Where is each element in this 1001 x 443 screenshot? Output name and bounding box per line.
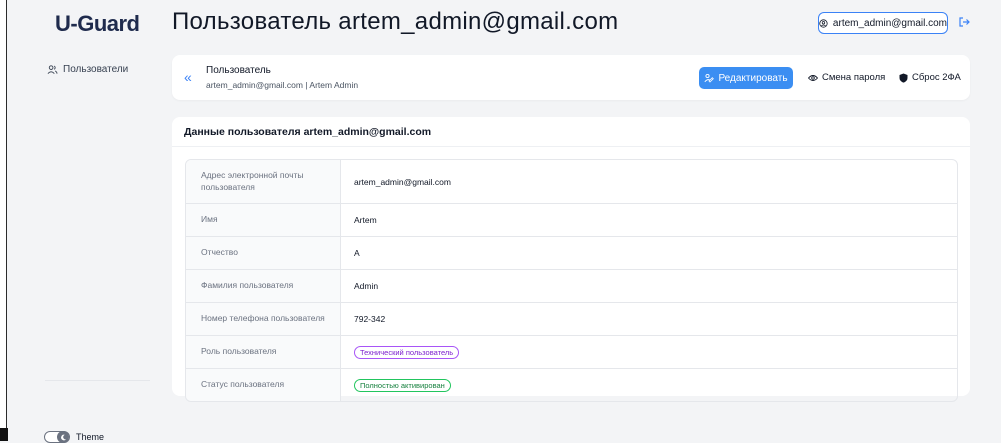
details-table: Адрес электронной почты пользователя art…	[185, 159, 958, 402]
edit-button-label: Редактировать	[718, 72, 788, 84]
field-value: Artem	[354, 215, 377, 225]
user-details-card: Данные пользователя artem_admin@gmail.co…	[172, 117, 970, 402]
reset-2fa-button[interactable]: Сброс 2ФА	[899, 72, 961, 83]
field-value: Технический пользователь	[341, 345, 460, 359]
back-icon[interactable]: «	[184, 69, 192, 85]
field-label: Фамилия пользователя	[186, 270, 341, 302]
field-value: Admin	[354, 281, 379, 291]
table-row: Отчество A	[186, 236, 957, 269]
table-row: Адрес электронной почты пользователя art…	[186, 160, 957, 203]
window-edge-line	[6, 0, 7, 441]
details-title: Данные пользователя artem_admin@gmail.co…	[184, 126, 432, 138]
field-label: Адрес электронной почты пользователя	[186, 160, 341, 203]
users-icon	[47, 65, 58, 74]
field-value: artem_admin@gmail.com	[354, 176, 451, 187]
field-value: 792-342	[354, 314, 386, 324]
moon-icon	[57, 431, 69, 443]
window-edge-corner	[0, 428, 8, 441]
theme-toggle-switch[interactable]	[44, 431, 70, 443]
field-label: Статус пользователя	[186, 369, 341, 401]
sidebar-item-users[interactable]: Пользователи	[47, 64, 128, 75]
sidebar-divider	[45, 380, 150, 381]
field-label: Номер телефона пользователя	[186, 303, 341, 335]
table-row: Имя Artem	[186, 203, 957, 236]
logout-icon[interactable]	[957, 15, 971, 29]
change-password-label: Смена пароля	[822, 72, 886, 83]
shield-icon	[899, 73, 908, 83]
theme-toggle[interactable]: Theme	[44, 431, 104, 443]
eye-icon	[808, 74, 818, 81]
status-badge: Полностью активирован	[354, 378, 451, 392]
change-password-button[interactable]: Смена пароля	[808, 72, 885, 83]
sidebar-item-label: Пользователи	[63, 64, 129, 75]
app-logo[interactable]: U-Guard	[55, 11, 140, 37]
user-header-card: « Пользователь artem_admin@gmail.com | A…	[172, 55, 970, 100]
role-badge: Технический пользователь	[354, 345, 460, 359]
field-value: A	[354, 248, 360, 258]
user-circle-icon	[819, 18, 828, 28]
edit-button[interactable]: Редактировать	[699, 67, 793, 89]
table-row: Статус пользователя Полностью активирова…	[186, 368, 957, 401]
field-label: Имя	[186, 204, 341, 236]
user-account-button[interactable]: artem_admin@gmail.com	[818, 12, 948, 34]
table-row: Номер телефона пользователя 792-342	[186, 302, 957, 335]
page-title: Пользователь artem_admin@gmail.com	[172, 8, 619, 35]
table-row: Фамилия пользователя Admin	[186, 269, 957, 302]
header-title: Пользователь	[206, 65, 271, 76]
table-row: Роль пользователя Технический пользовате…	[186, 335, 957, 368]
user-account-label: artem_admin@gmail.com	[832, 17, 947, 29]
field-label: Отчество	[186, 237, 341, 269]
field-label: Роль пользователя	[186, 336, 341, 368]
header-subtitle: artem_admin@gmail.com | Artem Admin	[206, 80, 359, 90]
card-divider	[172, 146, 970, 147]
field-value: Полностью активирован	[341, 378, 451, 392]
edit-user-icon	[704, 73, 715, 83]
reset-2fa-label: Сброс 2ФА	[912, 72, 961, 83]
